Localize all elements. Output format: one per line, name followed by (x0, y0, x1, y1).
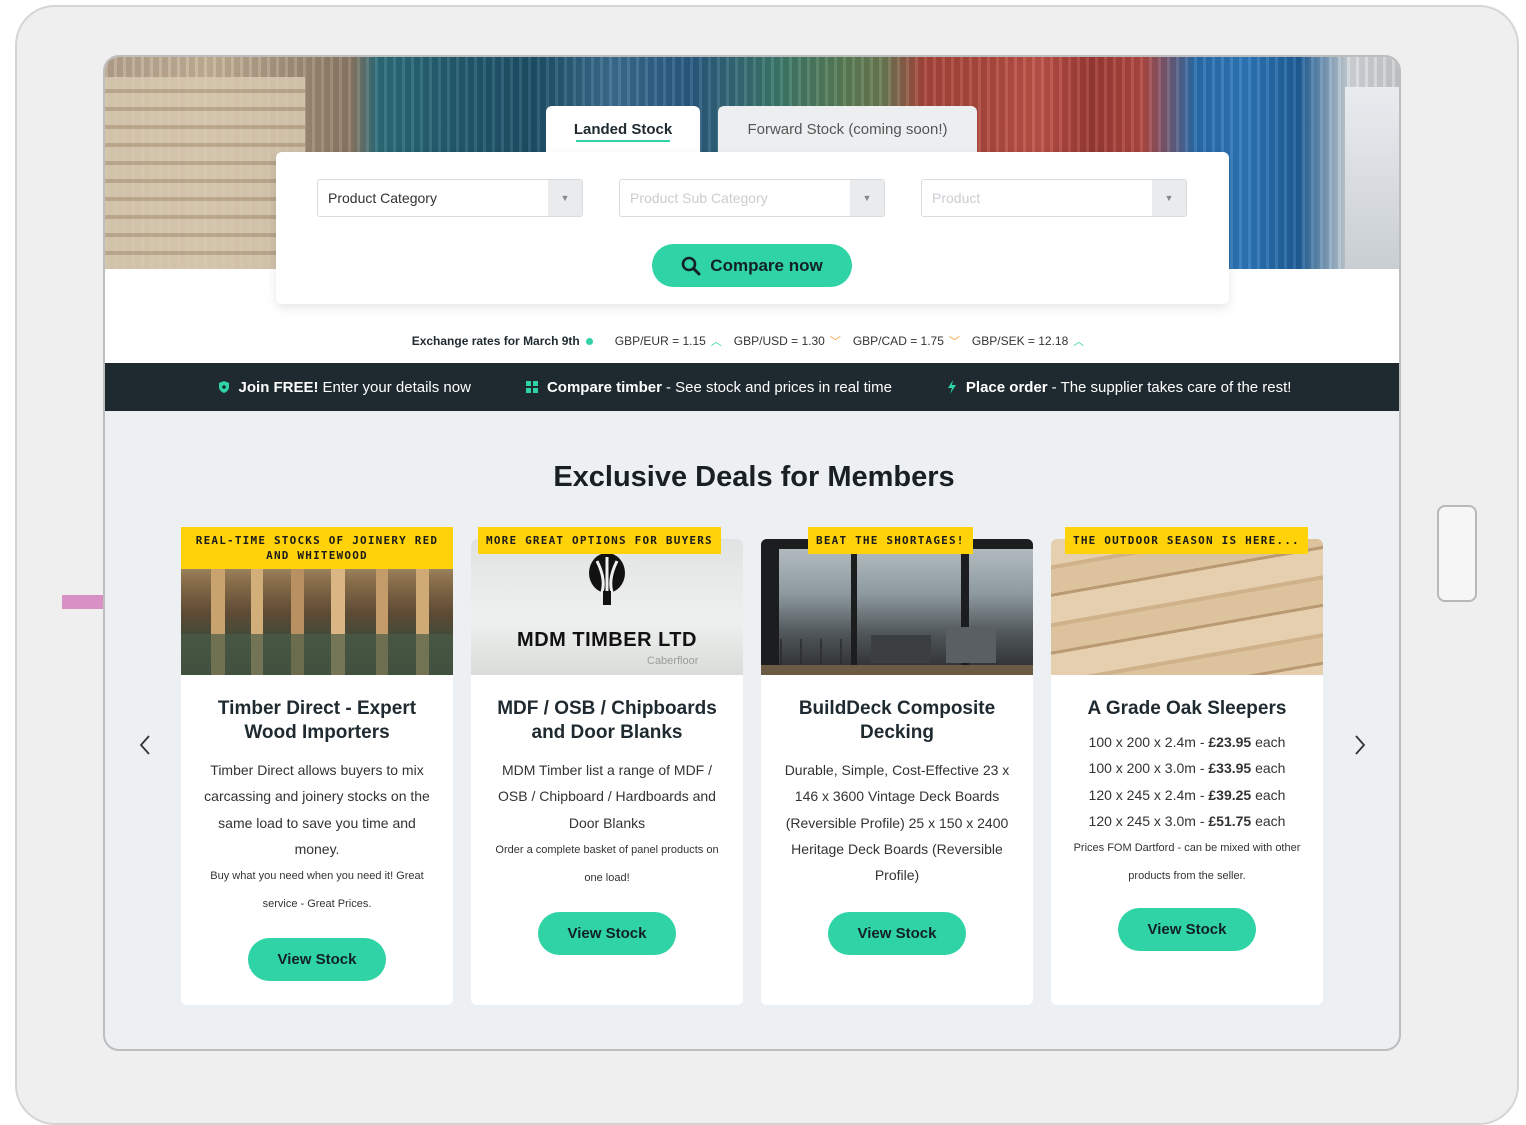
deal-card-builddeck: BEAT THE SHORTAGES! BuildDeck Composite … (761, 527, 1033, 1005)
product-label: Product (932, 190, 981, 206)
deal-note: Prices FOM Dartford - can be mixed with … (1073, 842, 1301, 883)
tablet-home-button (1437, 505, 1477, 602)
view-stock-button[interactable]: View Stock (828, 912, 966, 956)
trend-down-icon: ﹀ (948, 336, 960, 348)
hero-bags-image (105, 77, 305, 269)
feature-order: Place order - The supplier takes care of… (946, 378, 1292, 396)
rate-gbp-usd: GBP/USD = 1.30 ﹀ (734, 333, 841, 349)
price-size: 120 x 245 x 3.0m - (1088, 812, 1209, 829)
mdm-logo-text: MDM TIMBER LTD (517, 629, 697, 651)
search-icon (681, 256, 701, 275)
price-row: 120 x 245 x 3.0m - £51.75 each (1051, 808, 1323, 834)
tab-forward-stock[interactable]: Forward Stock (coming soon!) (718, 106, 977, 152)
deal-description: MDM Timber list a range of MDF / OSB / C… (498, 762, 716, 831)
price-row: 100 x 200 x 2.4m - £23.95 each (1051, 729, 1323, 755)
exchange-rates-label: Exchange rates for March 9th (411, 334, 580, 348)
chevron-left-icon[interactable] (133, 730, 157, 760)
trend-up-icon: ︿ (1073, 336, 1085, 348)
deal-badge: BEAT THE SHORTAGES! (808, 527, 973, 554)
deal-badge: MORE GREAT OPTIONS FOR BUYERS (478, 527, 721, 554)
product-category-select[interactable]: Product Category ▼ (317, 179, 583, 217)
feature-join: Join FREE! Enter your details now (217, 379, 471, 396)
price-unit: each (1251, 734, 1286, 750)
section-title: Exclusive Deals for Members (553, 461, 955, 493)
product-category-label: Product Category (328, 190, 437, 206)
feature-compare-bold: Compare timber (546, 378, 662, 396)
price-row: 100 x 200 x 3.0m - £33.95 each (1051, 755, 1323, 781)
rate-gbp-cad: GBP/CAD = 1.75 ﹀ (853, 333, 960, 349)
deal-badge: REAL-TIME STOCKS OF JOINERY RED AND WHIT… (181, 527, 453, 569)
deal-badge: THE OUTDOOR SEASON IS HERE... (1065, 527, 1308, 554)
product-sub-category-label: Product Sub Category (630, 190, 768, 206)
tab-landed-stock[interactable]: Landed Stock (546, 106, 700, 152)
live-dot-icon (585, 337, 593, 345)
view-stock-button[interactable]: View Stock (1118, 908, 1256, 952)
compare-now-label: Compare now (710, 255, 823, 275)
rate-text: GBP/USD = 1.30 (733, 334, 825, 348)
deal-title: BuildDeck Composite Decking (798, 698, 996, 743)
price-row: 120 x 245 x 2.4m - £39.25 each (1051, 782, 1323, 808)
deal-description: Durable, Simple, Cost-Effective 23 x 146… (784, 762, 1010, 884)
feature-compare: Compare timber - See stock and prices in… (525, 379, 892, 396)
view-stock-button[interactable]: View Stock (248, 938, 386, 982)
feature-join-text: Enter your details now (322, 378, 471, 396)
deal-card-mdm-timber: MORE GREAT OPTIONS FOR BUYERS MDM TIMBER… (471, 527, 743, 1005)
deal-card-oak-sleepers: THE OUTDOOR SEASON IS HERE... A Grade Oa… (1051, 527, 1323, 1005)
trend-down-icon: ﹀ (829, 336, 841, 348)
price-value: £23.95 (1208, 734, 1252, 750)
chevron-down-icon[interactable]: ▼ (850, 180, 884, 216)
chevron-down-icon[interactable]: ▼ (1152, 180, 1186, 216)
bolt-icon (947, 380, 956, 394)
deal-note: Buy what you need when you need it! Grea… (210, 870, 424, 911)
price-value: £51.75 (1208, 812, 1252, 829)
chevron-right-icon[interactable] (1348, 730, 1372, 760)
price-list: 100 x 200 x 2.4m - £23.95 each 100 x 200… (1051, 729, 1323, 834)
deal-title: Timber Direct - Expert Wood Importers (217, 698, 417, 743)
feature-order-text: - The supplier takes care of the rest! (1051, 378, 1292, 396)
price-size: 120 x 245 x 2.4m - (1088, 786, 1209, 803)
price-unit: each (1251, 760, 1286, 777)
price-unit: each (1251, 812, 1286, 829)
caberfloor-watermark: Caberfloor (647, 655, 699, 667)
price-value: £39.25 (1208, 786, 1252, 803)
view-stock-button[interactable]: View Stock (538, 911, 676, 955)
website-screen: Landed Stock Forward Stock (coming soon!… (103, 55, 1401, 1051)
tree-logo-icon (589, 553, 625, 605)
compare-now-button[interactable]: Compare now (652, 244, 852, 287)
deal-title: A Grade Oak Sleepers (1087, 698, 1287, 719)
chevron-down-icon[interactable]: ▼ (548, 180, 582, 216)
price-size: 100 x 200 x 3.0m - (1088, 760, 1209, 777)
deal-title: MDF / OSB / Chipboards and Door Blanks (497, 698, 717, 743)
mdm-timber-logo-image: MDM TIMBER LTD Caberfloor (471, 539, 743, 675)
search-panel: Product Category ▼ Product Sub Category … (276, 152, 1229, 304)
feature-join-bold[interactable]: Join FREE! (239, 379, 319, 396)
deal-note: Order a complete basket of panel product… (495, 843, 719, 884)
rate-text: GBP/SEK = 12.18 (971, 334, 1069, 348)
shield-icon (218, 381, 229, 393)
feature-compare-text: - See stock and prices in real time (665, 378, 892, 396)
features-bar: Join FREE! Enter your details now Compar… (105, 363, 1399, 411)
balcony-image (761, 539, 1033, 675)
product-select[interactable]: Product ▼ (921, 179, 1187, 217)
rate-text: GBP/CAD = 1.75 (852, 334, 944, 348)
oak-sleepers-image (1051, 539, 1323, 675)
rate-gbp-sek: GBP/SEK = 12.18 ︿ (972, 333, 1084, 349)
price-size: 100 x 200 x 2.4m - (1088, 734, 1209, 750)
trend-up-icon: ︿ (710, 336, 722, 348)
deal-card-timber-direct: REAL-TIME STOCKS OF JOINERY RED AND WHIT… (181, 527, 453, 1005)
price-unit: each (1251, 786, 1286, 803)
rate-text: GBP/EUR = 1.15 (614, 334, 706, 348)
price-value: £33.95 (1208, 760, 1252, 777)
deal-description: Timber Direct allows buyers to mix carca… (204, 762, 430, 857)
product-sub-category-select[interactable]: Product Sub Category ▼ (619, 179, 885, 217)
grid-icon (525, 381, 538, 393)
hero-wrapped-timber (1345, 87, 1399, 269)
feature-order-bold: Place order (965, 378, 1048, 396)
exchange-rates-bar: Exchange rates for March 9th GBP/EUR = 1… (105, 331, 1399, 351)
rate-gbp-eur: GBP/EUR = 1.15 ︿ (615, 333, 722, 349)
